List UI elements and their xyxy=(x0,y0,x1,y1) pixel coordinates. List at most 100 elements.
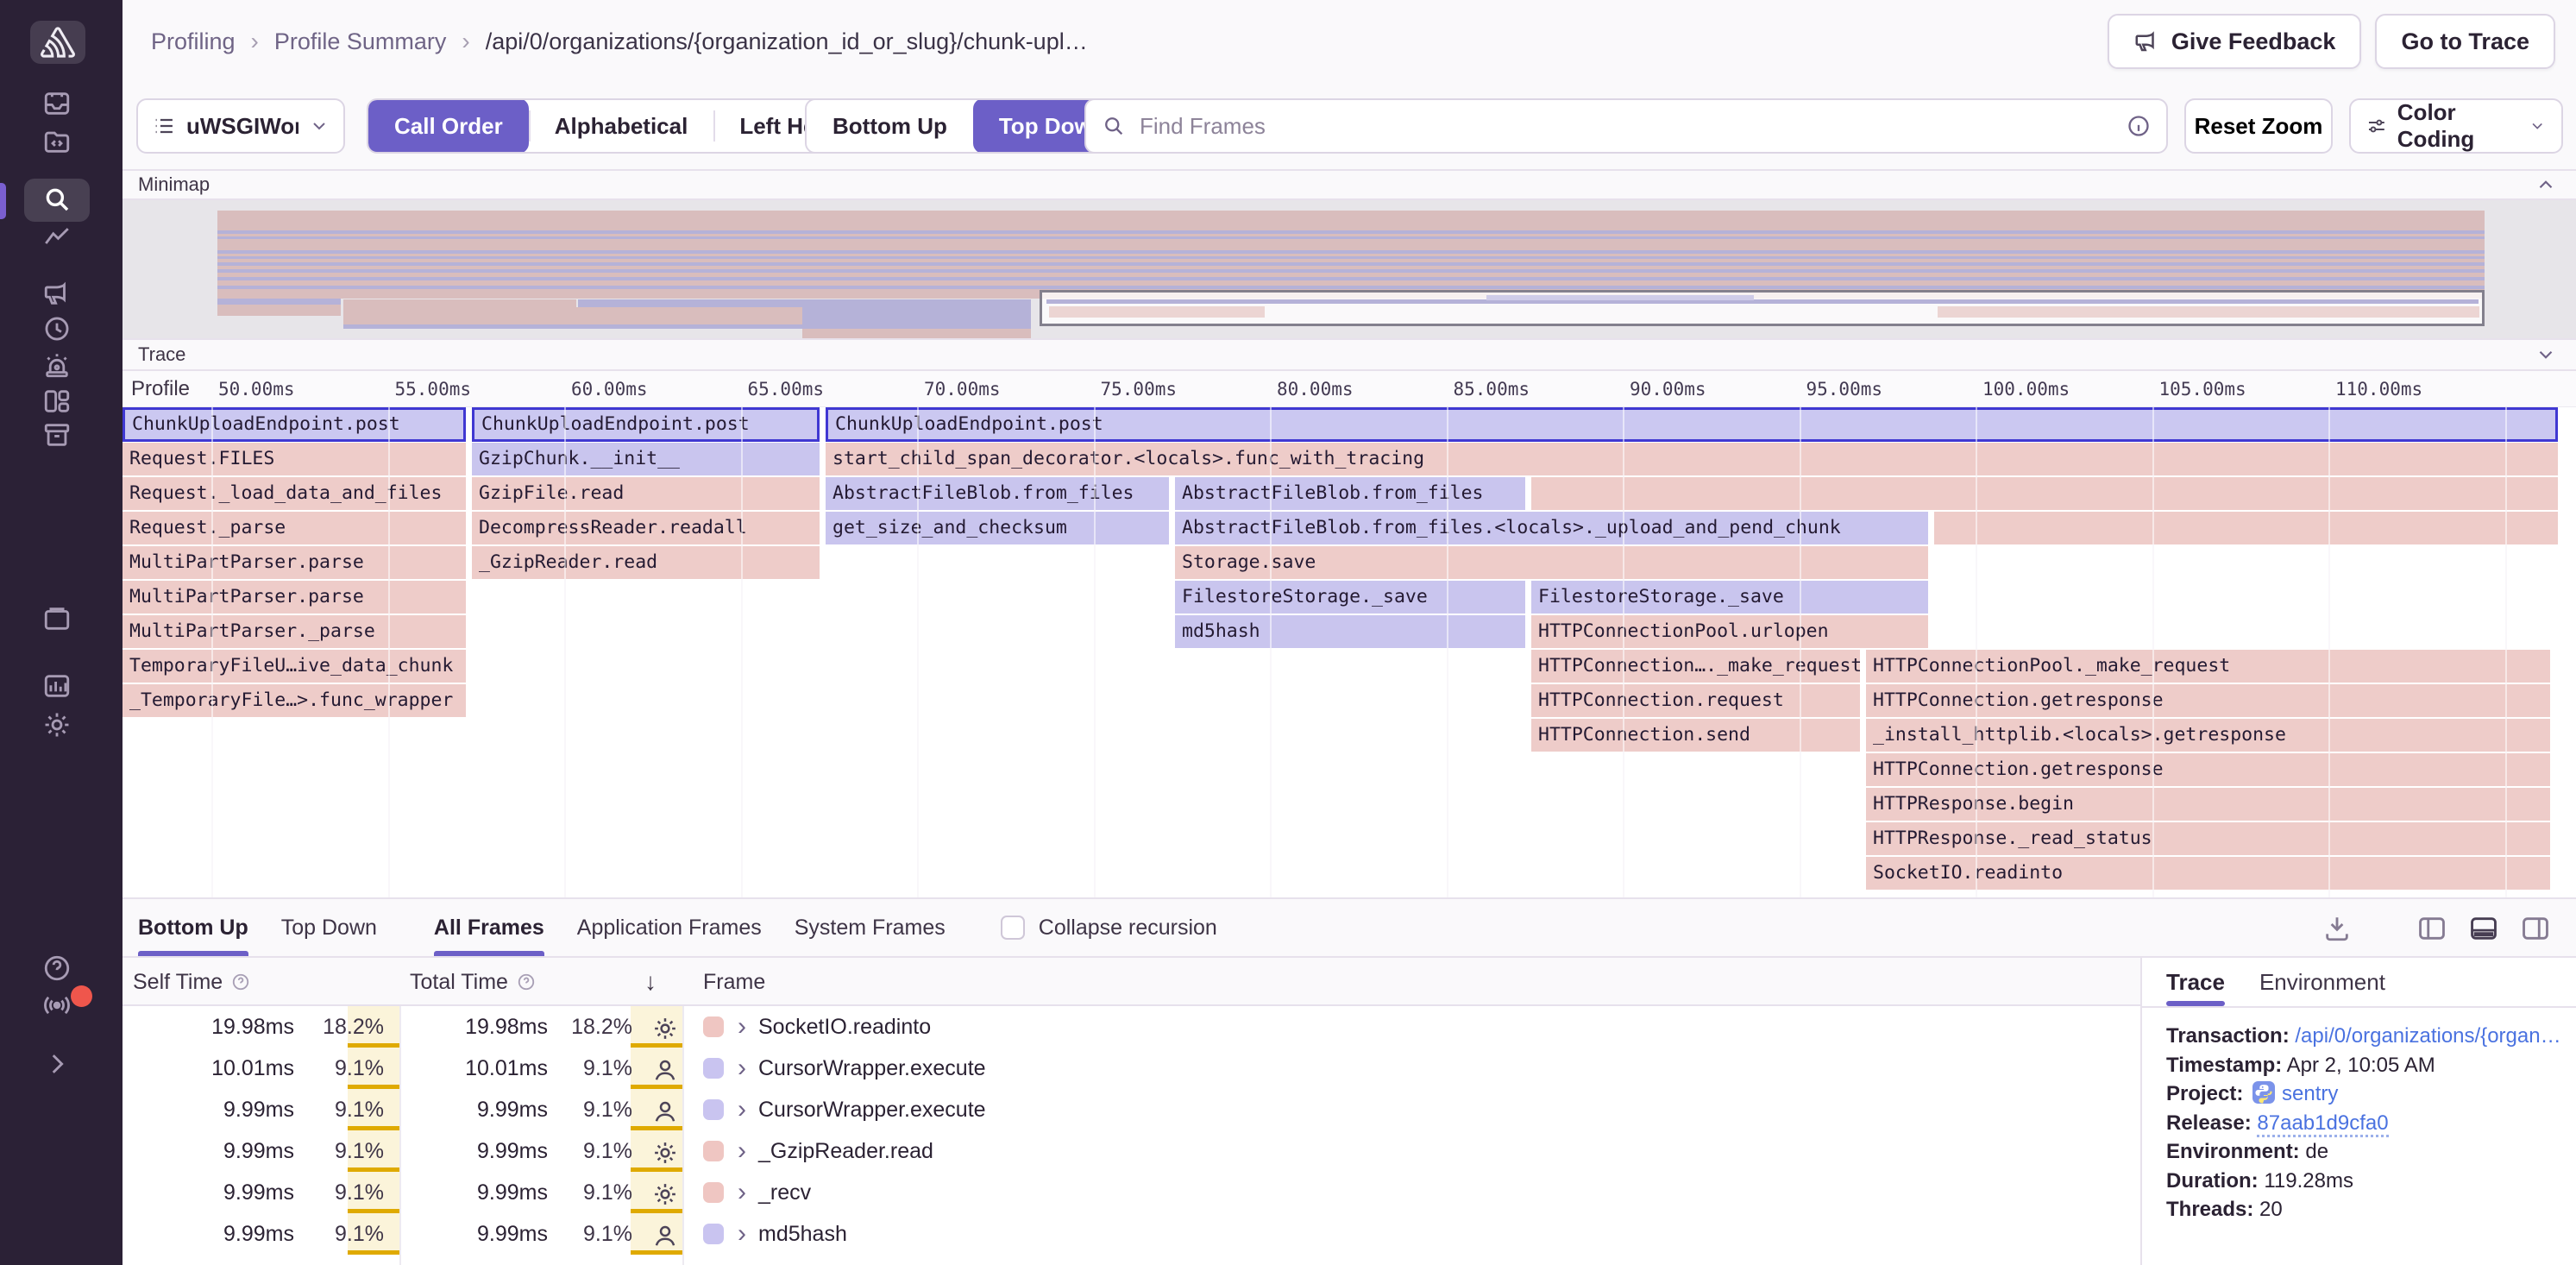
flame-frame[interactable]: ChunkUploadEndpoint.post xyxy=(472,407,820,442)
give-feedback-button[interactable]: Give Feedback xyxy=(2108,14,2362,69)
sort-mode-call-order[interactable]: Call Order xyxy=(368,98,529,154)
project-link[interactable]: sentry xyxy=(2282,1082,2338,1105)
layout-left-icon[interactable] xyxy=(2417,914,2447,943)
stories-icon[interactable] xyxy=(42,604,72,633)
replays-icon[interactable] xyxy=(42,314,72,343)
help-icon[interactable] xyxy=(42,953,72,983)
flame-frame[interactable]: HTTPConnection.send xyxy=(1531,719,1860,752)
thread-selector[interactable]: uWSGIWor… xyxy=(136,98,345,154)
expand-chevron-icon[interactable]: › xyxy=(738,1097,746,1123)
tab-all-frames[interactable]: All Frames xyxy=(434,899,544,956)
expand-chevron-icon[interactable]: › xyxy=(738,1014,746,1040)
table-row[interactable]: 9.99ms9.1%9.99ms9.1%›md5hash xyxy=(123,1213,2140,1255)
sort-mode-alphabetical[interactable]: Alphabetical xyxy=(529,98,714,154)
tab-bottom-up[interactable]: Bottom Up xyxy=(138,899,248,956)
layout-bottom-icon[interactable] xyxy=(2469,914,2498,943)
frame-name-cell[interactable]: ›SocketIO.readinto xyxy=(682,1006,2140,1048)
chevron-up-icon[interactable] xyxy=(2535,173,2557,196)
table-row[interactable]: 9.99ms9.1%9.99ms9.1%›_recv xyxy=(123,1172,2140,1213)
flame-frame[interactable]: Storage.save xyxy=(1175,546,1928,579)
settings-icon[interactable] xyxy=(42,710,72,739)
flame-frame[interactable]: HTTPConnectionPool._make_request xyxy=(1866,650,2550,683)
details-tab-environment[interactable]: Environment xyxy=(2259,958,2385,1006)
flame-frame[interactable]: _TemporaryFile…>.func_wrapper xyxy=(123,684,466,717)
self-time-header[interactable]: Self Time xyxy=(123,958,399,1006)
projects-icon[interactable] xyxy=(42,127,72,156)
breadcrumb-profiling[interactable]: Profiling xyxy=(151,28,236,55)
flame-frame[interactable]: AbstractFileBlob.from_files.<locals>._up… xyxy=(1175,512,1928,544)
frame-header[interactable]: Frame xyxy=(682,958,2140,1006)
direction-bottom-up[interactable]: Bottom Up xyxy=(807,98,973,154)
flame-frame[interactable]: HTTPResponse._read_status xyxy=(1866,822,2550,855)
flame-frame[interactable]: get_size_and_checksum xyxy=(826,512,1169,544)
tab-application-frames[interactable]: Application Frames xyxy=(577,899,762,956)
flame-frame[interactable]: start_child_span_decorator.<locals>.func… xyxy=(826,443,2558,475)
flame-frame[interactable]: AbstractFileBlob.from_files xyxy=(826,477,1169,510)
breadcrumb-profile-summary[interactable]: Profile Summary xyxy=(274,28,447,55)
flame-frame[interactable]: GzipChunk.__init__ xyxy=(472,443,820,475)
search-input[interactable] xyxy=(1138,112,2114,141)
download-icon[interactable] xyxy=(2322,914,2352,943)
chevron-down-icon[interactable] xyxy=(2535,343,2557,366)
trace-header[interactable]: Trace xyxy=(123,338,2576,371)
reset-zoom-button[interactable]: Reset Zoom xyxy=(2184,98,2333,154)
frame-name-cell[interactable]: ›CursorWrapper.execute xyxy=(682,1048,2140,1089)
table-row[interactable]: 9.99ms9.1%9.99ms9.1%›_GzipReader.read xyxy=(123,1130,2140,1172)
flame-frame[interactable]: _install_httplib.<locals>.getresponse xyxy=(1866,719,2550,752)
frame-name-cell[interactable]: ›CursorWrapper.execute xyxy=(682,1089,2140,1130)
releases-icon[interactable] xyxy=(42,420,72,450)
frame-name-cell[interactable]: ›_GzipReader.read xyxy=(682,1130,2140,1172)
expand-chevron-icon[interactable]: › xyxy=(738,1221,746,1247)
dashboards-icon[interactable] xyxy=(42,387,72,416)
flame-frame[interactable]: HTTPConnection.getresponse xyxy=(1866,753,2550,786)
flame-frame[interactable]: Request._parse xyxy=(123,512,466,544)
collapse-recursion-checkbox[interactable] xyxy=(1001,916,1025,940)
info-icon[interactable] xyxy=(2127,114,2151,138)
flame-frame[interactable]: ChunkUploadEndpoint.post xyxy=(826,407,2558,442)
flame-frame[interactable]: HTTPConnection.getresponse xyxy=(1866,684,2550,717)
flame-frame[interactable] xyxy=(1531,477,2558,510)
sentry-logo[interactable] xyxy=(30,21,85,64)
flame-frame[interactable]: AbstractFileBlob.from_files xyxy=(1175,477,1525,510)
find-frames-search[interactable] xyxy=(1084,98,2168,154)
minimap-selection[interactable] xyxy=(1040,290,2485,326)
go-to-trace-button[interactable]: Go to Trace xyxy=(2375,14,2555,69)
layout-right-icon[interactable] xyxy=(2521,914,2550,943)
flame-frame[interactable]: HTTPResponse.begin xyxy=(1866,788,2550,821)
table-row[interactable]: 10.01ms9.1%10.01ms9.1%›CursorWrapper.exe… xyxy=(123,1048,2140,1089)
traces-icon[interactable] xyxy=(42,223,72,252)
frame-name-cell[interactable]: ›_recv xyxy=(682,1172,2140,1213)
flame-frame[interactable]: ChunkUploadEndpoint.post xyxy=(123,407,466,442)
feedback-icon[interactable] xyxy=(42,279,72,308)
flame-frame[interactable]: _GzipReader.read xyxy=(472,546,820,579)
flame-frame[interactable]: HTTPConnection.request xyxy=(1531,684,1860,717)
frame-name-cell[interactable]: ›md5hash xyxy=(682,1213,2140,1255)
minimap-canvas[interactable] xyxy=(123,200,2576,338)
flame-frame[interactable]: SocketIO.readinto xyxy=(1866,857,2550,890)
expand-chevron-icon[interactable]: › xyxy=(738,1138,746,1164)
tab-top-down[interactable]: Top Down xyxy=(281,899,377,956)
flame-frame[interactable]: md5hash xyxy=(1175,615,1525,648)
flame-frame[interactable]: FilestoreStorage._save xyxy=(1175,581,1525,614)
flame-frame[interactable]: MultiPartParser._parse xyxy=(123,615,466,648)
flame-frame[interactable]: Request.FILES xyxy=(123,443,466,475)
minimap-header[interactable]: Minimap xyxy=(123,169,2576,200)
details-tab-trace[interactable]: Trace xyxy=(2166,958,2225,1006)
sort-descending-icon[interactable]: ↓ xyxy=(644,968,657,996)
broadcast-icon[interactable] xyxy=(42,991,72,1020)
flame-frame[interactable]: DecompressReader.readall xyxy=(472,512,820,544)
total-time-header[interactable]: Total Time ↓ xyxy=(399,958,682,1006)
flame-frame[interactable]: TemporaryFileU…ive_data_chunk xyxy=(123,650,466,683)
expand-chevron-icon[interactable]: › xyxy=(738,1055,746,1081)
flame-frame[interactable]: GzipFile.read xyxy=(472,477,820,510)
transaction-link[interactable]: /api/0/organizations/{organ… xyxy=(2295,1024,2559,1048)
color-coding-button[interactable]: Color Coding xyxy=(2349,98,2563,154)
flame-frame[interactable]: HTTPConnection…._make_request xyxy=(1531,650,1860,683)
release-link[interactable]: 87aab1d9cfa0 xyxy=(2257,1111,2388,1137)
tab-system-frames[interactable]: System Frames xyxy=(795,899,946,956)
flame-frame[interactable]: HTTPConnectionPool.urlopen xyxy=(1531,615,1928,648)
flame-frame[interactable] xyxy=(1934,512,2558,544)
flame-frame[interactable]: FilestoreStorage._save xyxy=(1531,581,1928,614)
expand-icon[interactable] xyxy=(42,1049,72,1079)
flame-frame[interactable]: Request._load_data_and_files xyxy=(123,477,466,510)
